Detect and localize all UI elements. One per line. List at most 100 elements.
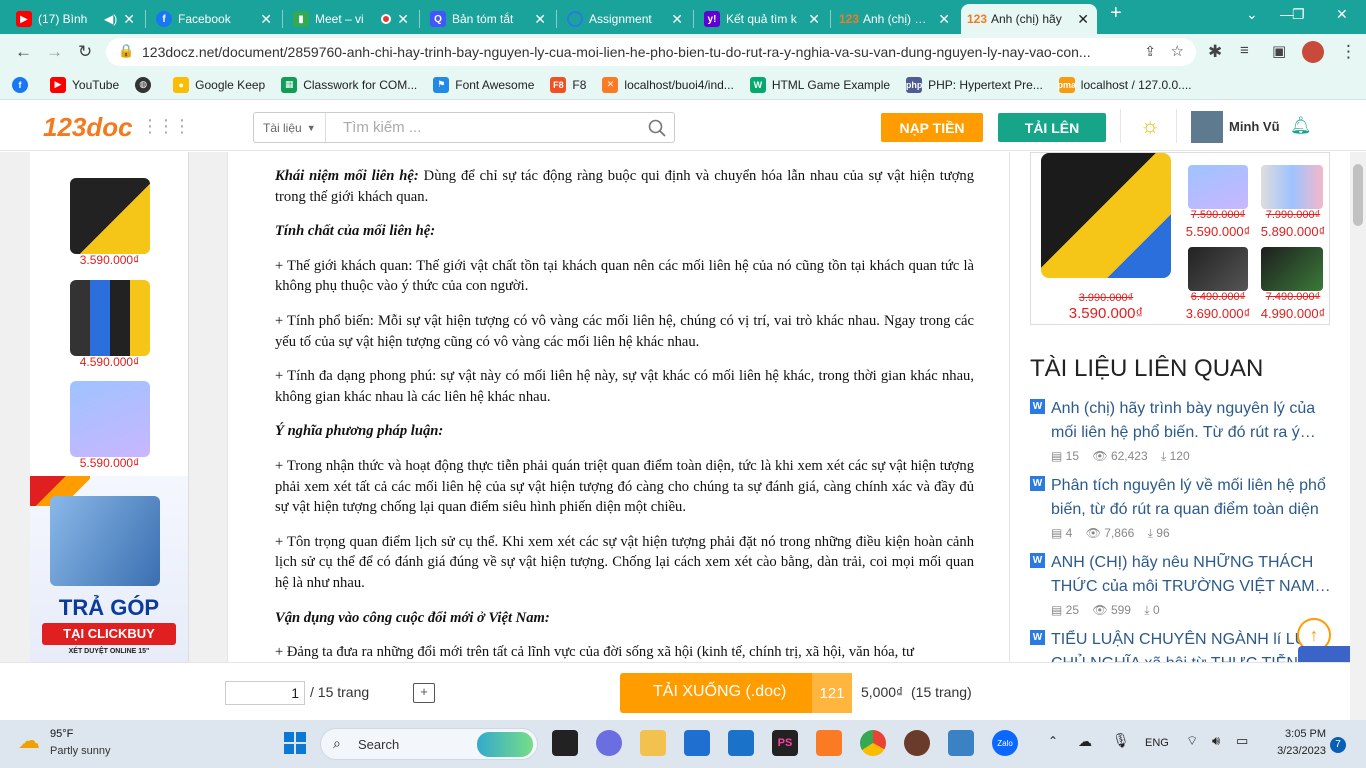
- page-scrollbar[interactable]: [1350, 152, 1366, 720]
- related-title[interactable]: Phân tích nguyên lý về mối liên hệ phổ b…: [1051, 474, 1331, 522]
- close-tab-icon[interactable]: ✕: [1077, 11, 1089, 28]
- close-window-icon[interactable]: ✕: [1336, 6, 1348, 23]
- related-title[interactable]: ANH (CHỊ) hãy nêu NHỮNG THÁCH THỨC của m…: [1051, 551, 1331, 599]
- tab-meet[interactable]: ▮ Meet – vi ✕: [285, 4, 417, 34]
- phone-image[interactable]: [70, 381, 150, 457]
- scrollbar-thumb[interactable]: [1353, 164, 1363, 226]
- mail-icon[interactable]: [728, 730, 754, 756]
- profile-avatar[interactable]: [1302, 41, 1324, 63]
- phone-image[interactable]: [70, 280, 150, 356]
- search-category-select[interactable]: Tài liệu ▼: [254, 113, 326, 142]
- clickbuy-banner[interactable]: TRẢ GÓP TẠI CLICKBUY XÉT DUYỆT ONLINE 15…: [30, 476, 188, 662]
- sidepanel-icon[interactable]: ▣: [1272, 42, 1286, 60]
- bookmark-youtube[interactable]: ▶ YouTube: [50, 76, 119, 93]
- restore-icon[interactable]: ❐: [1292, 6, 1305, 23]
- close-tab-icon[interactable]: ✕: [123, 11, 135, 28]
- taskbar-search[interactable]: ⌕ Search: [320, 728, 538, 760]
- close-tab-icon[interactable]: ✕: [938, 11, 950, 28]
- menu-icon[interactable]: ⋮: [1340, 42, 1357, 62]
- related-title[interactable]: Anh (chị) hãy trình bày nguyên lý của mố…: [1051, 397, 1331, 445]
- close-tab-icon[interactable]: ✕: [534, 11, 546, 28]
- recaptcha-badge[interactable]: [1298, 646, 1350, 662]
- notification-badge[interactable]: 7: [1330, 737, 1346, 753]
- task-view-icon[interactable]: [552, 730, 578, 756]
- volume-icon[interactable]: 🔊︎: [1212, 733, 1220, 749]
- omnibox[interactable]: 🔒 123docz.net/document/2859760-anh-chi-h…: [106, 38, 1196, 66]
- tab-123doc-active[interactable]: 123 Anh (chị) hãy ✕: [961, 4, 1097, 34]
- related-item[interactable]: W Phân tích nguyên lý về mối liên hệ phổ…: [1030, 474, 1330, 544]
- phone-image[interactable]: [70, 178, 150, 254]
- weather-icon[interactable]: ☁︎: [18, 728, 40, 754]
- store-icon[interactable]: [684, 730, 710, 756]
- related-item[interactable]: W TIỂU LUẬN CHUYÊN NGÀNH lí LUẬN CHỦ NGH…: [1030, 628, 1330, 662]
- fullscreen-icon[interactable]: +: [413, 683, 435, 703]
- windows-start-icon[interactable]: [284, 732, 306, 754]
- weather-desc[interactable]: Partly sunny: [50, 745, 111, 757]
- related-title[interactable]: TIỂU LUẬN CHUYÊN NGÀNH lí LUẬN CHỦ NGHĨA…: [1051, 628, 1330, 662]
- bookmark-phpmyadmin[interactable]: pma localhost / 127.0.0....: [1058, 76, 1192, 93]
- bookmark-star-icon[interactable]: ☆: [1171, 42, 1184, 60]
- new-tab-icon[interactable]: +: [1110, 2, 1122, 25]
- tai-len-button[interactable]: TẢI LÊN: [998, 113, 1106, 142]
- grid-menu-icon[interactable]: ⋮⋮⋮: [141, 116, 191, 137]
- file-explorer-icon[interactable]: [640, 730, 666, 756]
- language-indicator[interactable]: ENG: [1145, 737, 1169, 749]
- lock-icon[interactable]: 🔒: [118, 43, 134, 59]
- media-icon[interactable]: ≡: [1240, 42, 1249, 59]
- sun-icon[interactable]: ☼: [1140, 113, 1160, 139]
- microphone-icon[interactable]: 🎙︎: [1112, 732, 1130, 749]
- tab-youtube[interactable]: ▶ (17) Bình ◀) ✕: [8, 4, 143, 34]
- teams-chat-icon[interactable]: [596, 730, 622, 756]
- search-icon[interactable]: [648, 119, 666, 137]
- phpstorm-icon[interactable]: PS: [772, 730, 798, 756]
- tab-123doc[interactable]: 123 Anh (chị) hãy ✕: [833, 4, 958, 34]
- cloud-icon[interactable]: ☁︎: [1078, 733, 1092, 750]
- tab-assignment[interactable]: Assignment ✕: [559, 4, 691, 34]
- bookmark-php[interactable]: php PHP: Hypertext Pre...: [906, 76, 1043, 93]
- related-item[interactable]: W ANH (CHỊ) hãy nêu NHỮNG THÁCH THỨC của…: [1030, 551, 1330, 621]
- clock-time[interactable]: 3:05 PM: [1270, 728, 1326, 740]
- chevron-up-icon[interactable]: ⌃: [1048, 734, 1058, 748]
- bookmark-font-awesome[interactable]: ⚑ Font Awesome: [433, 76, 534, 93]
- chrome-icon[interactable]: [860, 730, 886, 756]
- bookmark-localhost-buoi4[interactable]: ✕ localhost/buoi4/ind...: [602, 76, 734, 93]
- forward-icon[interactable]: →: [46, 42, 63, 62]
- back-icon[interactable]: ←: [15, 42, 32, 62]
- clock-date[interactable]: 3/23/2023: [1262, 745, 1326, 757]
- site-logo[interactable]: 123doc: [43, 112, 133, 143]
- avatar[interactable]: [1191, 111, 1223, 143]
- page-number-input[interactable]: 1: [225, 681, 305, 705]
- tab-facebook[interactable]: f Facebook ✕: [148, 4, 280, 34]
- tab-yahoo[interactable]: y! Kết quả tìm k ✕: [696, 4, 828, 34]
- zalo-icon[interactable]: Zalo: [992, 730, 1018, 756]
- tab-quizlet[interactable]: Q Bản tóm tắt ✕: [422, 4, 554, 34]
- bookmark-f8[interactable]: F8 F8: [550, 76, 586, 93]
- bookmark-classwork[interactable]: ▦ Classwork for COM...: [281, 76, 417, 93]
- bookmark-google-keep[interactable]: ● Google Keep: [173, 76, 265, 93]
- battery-icon[interactable]: ▭: [1236, 733, 1248, 749]
- related-item[interactable]: W Anh (chị) hãy trình bày nguyên lý của …: [1030, 397, 1330, 467]
- close-tab-icon[interactable]: ✕: [808, 11, 820, 28]
- nap-tien-button[interactable]: NẠP TIỀN: [881, 113, 983, 142]
- url-text[interactable]: 123docz.net/document/2859760-anh-chi-hay…: [142, 44, 1092, 60]
- bookmark-html-game[interactable]: W HTML Game Example: [749, 76, 890, 93]
- user-name[interactable]: Minh Vũ: [1229, 119, 1280, 134]
- xampp-icon[interactable]: [816, 730, 842, 756]
- close-tab-icon[interactable]: ✕: [260, 11, 272, 28]
- bookmark-globe[interactable]: ◍: [135, 76, 157, 93]
- close-tab-icon[interactable]: ✕: [671, 11, 683, 28]
- shop-ad[interactable]: 3.990.000₫ 3.590.000₫ 7.590.000₫ 5.590.0…: [1030, 152, 1330, 325]
- tab-search-icon[interactable]: ⌄: [1246, 6, 1258, 23]
- wifi-icon[interactable]: ⌔: [1186, 733, 1198, 749]
- extensions-icon[interactable]: ✱: [1208, 42, 1222, 62]
- speaker-icon[interactable]: ◀): [104, 12, 117, 26]
- bell-icon[interactable]: 🔔︎: [1290, 116, 1312, 136]
- notepad-icon[interactable]: [948, 730, 974, 756]
- game-icon[interactable]: [904, 730, 930, 756]
- search-input[interactable]: Tìm kiếm ...: [343, 119, 421, 136]
- reload-icon[interactable]: ↻: [78, 42, 92, 62]
- weather-temp[interactable]: 95°F: [50, 728, 73, 740]
- close-tab-icon[interactable]: ✕: [397, 11, 409, 28]
- share-icon[interactable]: ⇪: [1144, 43, 1156, 60]
- bookmark-facebook[interactable]: f: [12, 76, 34, 93]
